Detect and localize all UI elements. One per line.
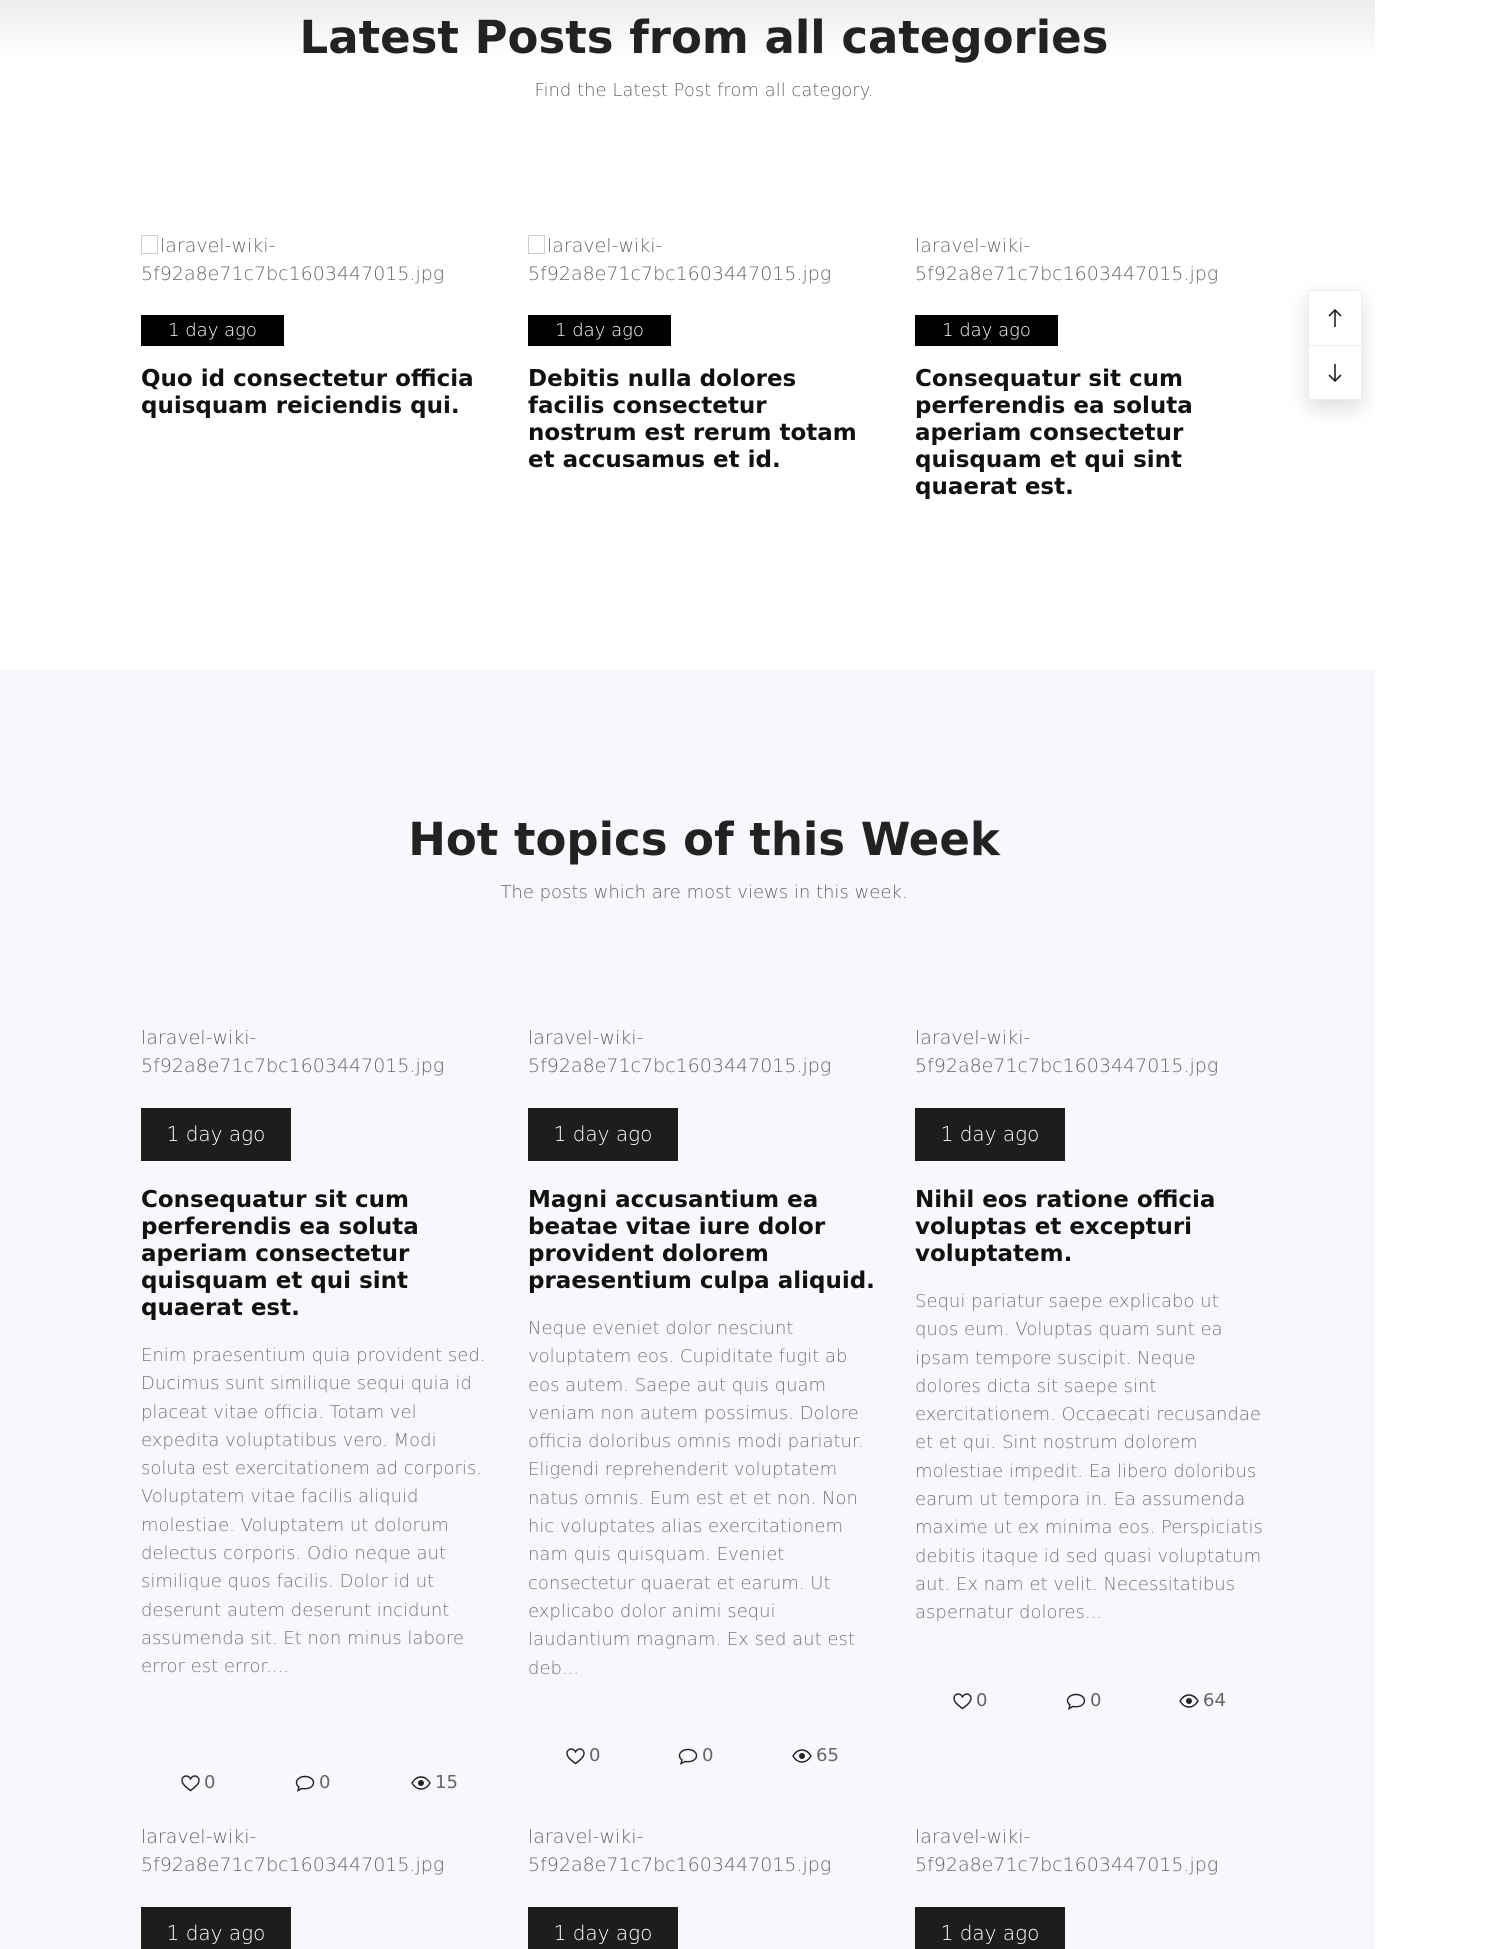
scroll-up-button[interactable] [1309, 291, 1361, 346]
post-stats: 0 0 65 [528, 1743, 880, 1769]
arrow-down-icon [1328, 364, 1342, 383]
post-image[interactable]: laravel-wiki-5f92a8e71c7bc1603447015.jpg [915, 1024, 1267, 1080]
post-date-badge: 1 day ago [528, 1907, 678, 1949]
page: Latest Posts from all categories Find th… [0, 0, 1375, 1949]
post-image-alt: laravel-wiki-5f92a8e71c7bc1603447015.jpg [141, 235, 445, 285]
post-image[interactable]: laravel-wiki-5f92a8e71c7bc1603447015.jpg [141, 1024, 493, 1080]
post-excerpt: Neque eveniet dolor nesciunt voluptatem … [528, 1318, 864, 1679]
hot-section-title: Hot topics of this Week [408, 813, 1000, 866]
hot-post-card[interactable]: laravel-wiki-5f92a8e71c7bc1603447015.jpg… [915, 1024, 1267, 1784]
post-date-badge: 1 day ago [528, 1108, 678, 1161]
post-title[interactable]: Magni accusantium ea beatae vitae iure d… [528, 1187, 880, 1295]
hot-topics-section: Hot topics of this Week The posts which … [0, 670, 1375, 1949]
post-date-badge: 1 day ago [915, 315, 1058, 346]
post-title[interactable]: Consequatur sit cum perferendis ea solut… [915, 366, 1267, 501]
post-title[interactable]: Consequatur sit cum perferendis ea solut… [141, 1187, 493, 1322]
eye-icon [1179, 1694, 1199, 1708]
hot-post-card[interactable]: laravel-wiki-5f92a8e71c7bc1603447015.jpg… [528, 1823, 880, 1949]
post-image-alt: laravel-wiki-5f92a8e71c7bc1603447015.jpg [141, 1826, 445, 1876]
likes-stat[interactable]: 0 [181, 1770, 215, 1796]
latest-post-card[interactable]: laravel-wiki-5f92a8e71c7bc1603447015.jpg… [528, 232, 880, 474]
post-stats: 0 0 15 [141, 1770, 493, 1796]
views-count: 64 [1203, 1690, 1226, 1711]
post-date-badge: 1 day ago [915, 1108, 1065, 1161]
comment-icon [1066, 1693, 1086, 1710]
post-excerpt: Enim praesentium quia provident sed. Duc… [141, 1345, 486, 1678]
comments-count: 0 [702, 1745, 714, 1766]
likes-count: 0 [204, 1772, 216, 1793]
post-image[interactable]: laravel-wiki-5f92a8e71c7bc1603447015.jpg [528, 232, 880, 288]
post-image[interactable]: laravel-wiki-5f92a8e71c7bc1603447015.jpg [915, 1823, 1267, 1879]
hot-post-card[interactable]: laravel-wiki-5f92a8e71c7bc1603447015.jpg… [141, 1823, 493, 1949]
comments-stat[interactable]: 0 [295, 1770, 330, 1796]
comments-stat[interactable]: 0 [1066, 1688, 1101, 1714]
post-date-badge: 1 day ago [528, 315, 671, 346]
latest-section-subtitle: Find the Latest Post from all category. [534, 80, 874, 101]
post-image-alt: laravel-wiki-5f92a8e71c7bc1603447015.jpg [528, 1027, 832, 1077]
heart-icon [566, 1747, 585, 1764]
comment-icon [678, 1748, 698, 1765]
hot-post-card[interactable]: laravel-wiki-5f92a8e71c7bc1603447015.jpg… [528, 1024, 880, 1824]
latest-section-title: Latest Posts from all categories [299, 11, 1109, 64]
views-stat: 15 [411, 1770, 458, 1796]
scroll-controls [1308, 290, 1362, 400]
post-stats: 0 0 64 [915, 1688, 1267, 1714]
views-stat: 65 [792, 1743, 839, 1769]
views-count: 15 [435, 1772, 458, 1793]
post-date-badge: 1 day ago [915, 1907, 1065, 1949]
eye-icon [411, 1776, 431, 1790]
likes-count: 0 [589, 1745, 601, 1766]
post-image-alt: laravel-wiki-5f92a8e71c7bc1603447015.jpg [141, 1027, 445, 1077]
broken-image-icon [141, 235, 158, 254]
comments-stat[interactable]: 0 [678, 1743, 713, 1769]
post-date-badge: 1 day ago [141, 315, 284, 346]
post-image-alt: laravel-wiki-5f92a8e71c7bc1603447015.jpg [915, 235, 1219, 285]
hot-section-subtitle: The posts which are most views in this w… [500, 882, 908, 903]
eye-icon [792, 1749, 812, 1763]
latest-post-card[interactable]: laravel-wiki-5f92a8e71c7bc1603447015.jpg… [141, 232, 493, 420]
post-image-alt: laravel-wiki-5f92a8e71c7bc1603447015.jpg [528, 1826, 832, 1876]
likes-stat[interactable]: 0 [566, 1743, 600, 1769]
post-image[interactable]: laravel-wiki-5f92a8e71c7bc1603447015.jpg [915, 232, 1267, 288]
post-image[interactable]: laravel-wiki-5f92a8e71c7bc1603447015.jpg [141, 232, 493, 288]
post-date-badge: 1 day ago [141, 1907, 291, 1949]
heart-icon [953, 1692, 972, 1709]
post-image-alt: laravel-wiki-5f92a8e71c7bc1603447015.jpg [915, 1027, 1219, 1077]
latest-posts-section: Latest Posts from all categories Find th… [0, 0, 1375, 670]
comments-count: 0 [319, 1772, 331, 1793]
post-date-badge: 1 day ago [141, 1108, 291, 1161]
likes-count: 0 [976, 1690, 988, 1711]
hot-post-card[interactable]: laravel-wiki-5f92a8e71c7bc1603447015.jpg… [141, 1024, 493, 1854]
scroll-down-button[interactable] [1309, 346, 1361, 400]
post-image-alt: laravel-wiki-5f92a8e71c7bc1603447015.jpg [528, 235, 832, 285]
post-image-alt: laravel-wiki-5f92a8e71c7bc1603447015.jpg [915, 1826, 1219, 1876]
broken-image-icon [528, 235, 545, 254]
heart-icon [181, 1774, 200, 1791]
post-title[interactable]: Debitis nulla dolores facilis consectetu… [528, 366, 880, 474]
post-title[interactable]: Nihil eos ratione officia voluptas et ex… [915, 1187, 1267, 1268]
post-excerpt: Sequi pariatur saepe explicabo ut quos e… [915, 1291, 1263, 1624]
views-count: 65 [816, 1745, 839, 1766]
post-image[interactable]: laravel-wiki-5f92a8e71c7bc1603447015.jpg [141, 1823, 493, 1879]
comment-icon [295, 1775, 315, 1792]
views-stat: 64 [1179, 1688, 1226, 1714]
arrow-up-icon [1328, 308, 1342, 327]
hot-post-card[interactable]: laravel-wiki-5f92a8e71c7bc1603447015.jpg… [915, 1823, 1267, 1949]
latest-post-card[interactable]: laravel-wiki-5f92a8e71c7bc1603447015.jpg… [915, 232, 1267, 501]
post-image[interactable]: laravel-wiki-5f92a8e71c7bc1603447015.jpg [528, 1024, 880, 1080]
likes-stat[interactable]: 0 [953, 1688, 987, 1714]
comments-count: 0 [1090, 1690, 1102, 1711]
post-title[interactable]: Quo id consectetur officia quisquam reic… [141, 366, 493, 420]
post-image[interactable]: laravel-wiki-5f92a8e71c7bc1603447015.jpg [528, 1823, 880, 1879]
